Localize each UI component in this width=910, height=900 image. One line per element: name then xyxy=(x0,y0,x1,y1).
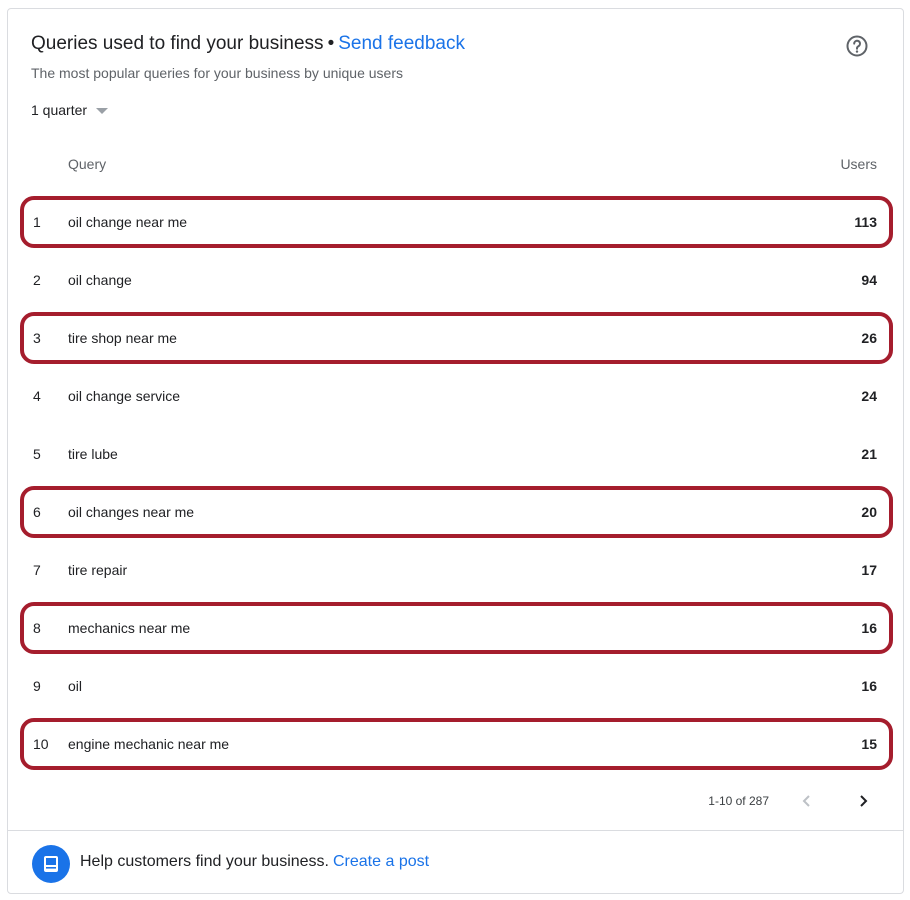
row-users: 16 xyxy=(861,678,877,694)
period-label: 1 quarter xyxy=(31,102,88,118)
row-query: tire lube xyxy=(68,446,118,462)
chevron-left-icon[interactable] xyxy=(795,789,819,813)
row-users: 16 xyxy=(861,620,877,636)
row-rank: 5 xyxy=(33,446,41,462)
table-row: 5 tire lube 21 xyxy=(8,425,903,483)
title-separator: • xyxy=(327,33,335,54)
row-query: tire shop near me xyxy=(68,330,177,346)
card-subtitle: The most popular queries for your busine… xyxy=(31,65,403,81)
row-rank: 9 xyxy=(33,678,41,694)
table-row: 3 tire shop near me 26 xyxy=(8,309,903,367)
row-rank: 4 xyxy=(33,388,41,404)
create-post-link[interactable]: Create a post xyxy=(333,853,429,870)
row-query: oil change xyxy=(68,272,132,288)
footer-text: Help customers find your business. Create… xyxy=(80,853,429,871)
send-feedback-link[interactable]: Send feedback xyxy=(338,33,465,54)
table-row: 9 oil 16 xyxy=(8,657,903,715)
row-users: 24 xyxy=(861,388,877,404)
queries-card: Queries used to find your business • Send … xyxy=(7,8,904,894)
row-users: 94 xyxy=(861,272,877,288)
row-query: oil change service xyxy=(68,388,181,404)
create-post-banner: Help customers find your business. Create… xyxy=(8,830,903,894)
query-table: 1 oil change near me 113 2 oil change 94… xyxy=(8,193,903,773)
card-title: Queries used to find your business • Send … xyxy=(31,33,465,55)
row-users: 21 xyxy=(861,446,877,462)
row-query: oil changes near me xyxy=(68,504,195,520)
row-query: mechanics near me xyxy=(68,620,191,636)
pagination: 1-10 of 287 xyxy=(708,789,903,813)
column-header-query: Query xyxy=(68,156,107,172)
row-users: 17 xyxy=(861,562,877,578)
period-dropdown[interactable]: 1 quarter xyxy=(31,102,109,118)
caret-down-icon xyxy=(96,107,109,114)
row-users: 113 xyxy=(854,214,877,230)
help-circle-icon[interactable] xyxy=(845,34,869,58)
row-rank: 2 xyxy=(33,272,41,288)
row-rank: 6 xyxy=(33,504,41,520)
row-users: 26 xyxy=(861,330,877,346)
footer-message: Help customers find your business. xyxy=(80,853,329,870)
table-row: 4 oil change service 24 xyxy=(8,367,903,425)
table-row: 6 oil changes near me 20 xyxy=(8,483,903,541)
table-row: 7 tire repair 17 xyxy=(8,541,903,599)
table-row: 1 oil change near me 113 xyxy=(8,193,903,251)
table-row: 10 engine mechanic near me 15 xyxy=(8,715,903,773)
column-header-users: Users xyxy=(840,156,877,172)
row-rank: 7 xyxy=(33,562,41,578)
row-rank: 3 xyxy=(33,330,41,346)
row-rank: 1 xyxy=(33,214,41,230)
row-rank: 10 xyxy=(33,736,49,752)
row-query: oil change near me xyxy=(68,214,188,230)
table-row: 8 mechanics near me 16 xyxy=(8,599,903,657)
post-icon xyxy=(32,845,70,883)
pagination-range: 1-10 of 287 xyxy=(708,794,769,808)
chevron-right-icon[interactable] xyxy=(851,789,875,813)
row-users: 15 xyxy=(861,736,877,752)
title-text: Queries used to find your business xyxy=(31,33,324,54)
row-query: engine mechanic near me xyxy=(68,736,230,752)
row-users: 20 xyxy=(861,504,877,520)
row-query: oil xyxy=(68,678,83,694)
row-rank: 8 xyxy=(33,620,41,636)
row-query: tire repair xyxy=(68,562,128,578)
table-row: 2 oil change 94 xyxy=(8,251,903,309)
